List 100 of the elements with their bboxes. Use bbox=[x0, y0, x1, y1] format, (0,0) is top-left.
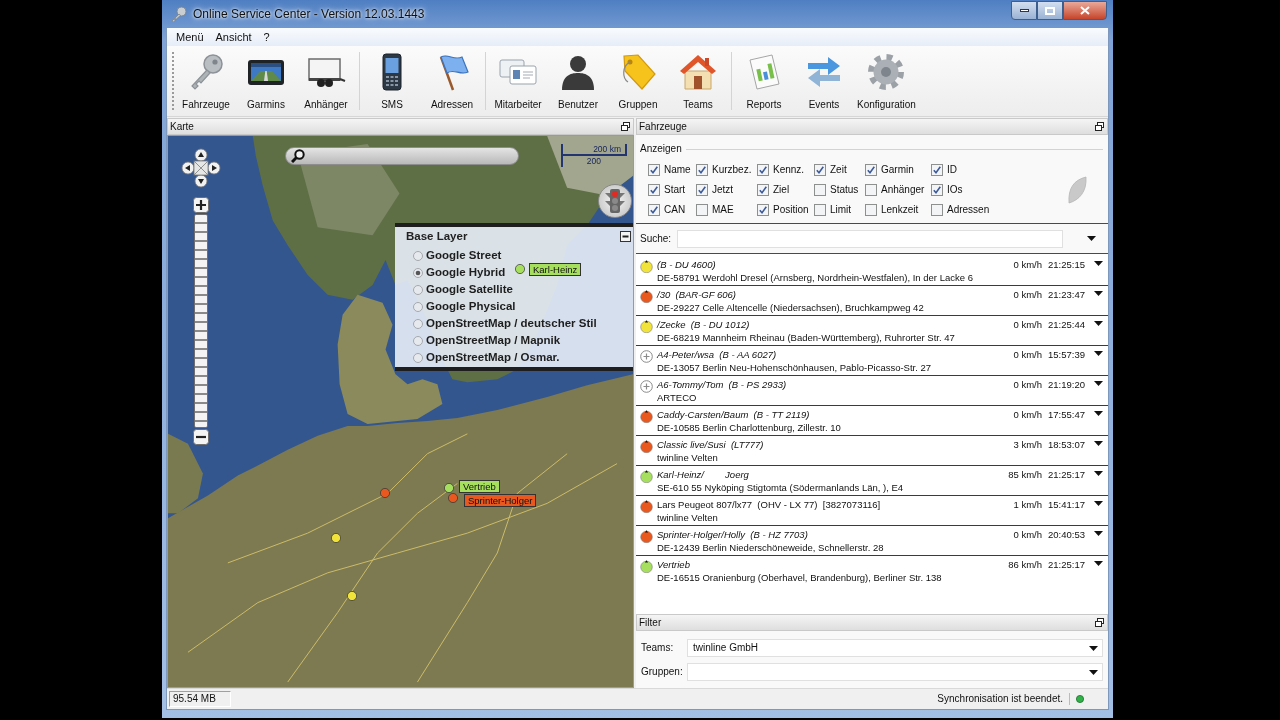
toolbar-button[interactable]: Mitarbeiter bbox=[488, 46, 548, 116]
checkbox-label[interactable]: Zeit bbox=[830, 164, 847, 176]
toolbar-button[interactable]: Adressen bbox=[422, 46, 482, 116]
checkbox-label[interactable]: Limit bbox=[830, 204, 852, 216]
layer-option-label[interactable]: Google Physical bbox=[426, 299, 516, 314]
dropdown-arrow-icon[interactable] bbox=[1094, 411, 1103, 416]
checkbox-label[interactable]: IOs bbox=[947, 184, 963, 196]
menu-item[interactable]: ? bbox=[257, 29, 276, 45]
zoom-bar[interactable] bbox=[194, 214, 208, 428]
dropdown-arrow-icon[interactable] bbox=[1094, 531, 1103, 536]
checkbox[interactable] bbox=[814, 184, 826, 196]
checkbox-label[interactable]: ID bbox=[947, 164, 957, 176]
checkbox[interactable] bbox=[865, 204, 877, 216]
zoom-out-icon[interactable] bbox=[193, 429, 209, 445]
map-marker-icon[interactable] bbox=[347, 591, 357, 601]
checkbox[interactable] bbox=[757, 164, 769, 176]
toolbar-button[interactable]: Benutzer bbox=[548, 46, 608, 116]
radio-button[interactable] bbox=[413, 301, 423, 312]
radio-button[interactable] bbox=[413, 335, 423, 346]
checkbox-label[interactable]: Status bbox=[830, 184, 859, 196]
checkbox-label[interactable]: Start bbox=[664, 184, 686, 196]
toolbar-button[interactable]: Teams bbox=[668, 46, 728, 116]
map-marker-icon[interactable] bbox=[444, 483, 454, 493]
checkbox[interactable] bbox=[696, 164, 708, 176]
map-marker-icon[interactable] bbox=[380, 488, 390, 498]
restore-icon[interactable] bbox=[1095, 122, 1104, 131]
layer-option-label[interactable]: OpenStreetMap / Mapnik bbox=[426, 333, 561, 348]
radio-button[interactable] bbox=[413, 267, 423, 278]
checkbox[interactable] bbox=[814, 164, 826, 176]
checkbox[interactable] bbox=[648, 204, 660, 216]
minimize-button[interactable] bbox=[1011, 1, 1037, 20]
checkbox[interactable] bbox=[696, 184, 708, 196]
radio-button[interactable] bbox=[413, 284, 423, 295]
zoom-in-icon[interactable] bbox=[193, 197, 209, 213]
toolbar-button[interactable]: Konfiguration bbox=[854, 46, 919, 116]
radio-button[interactable] bbox=[413, 352, 423, 363]
dropdown-arrow-icon[interactable] bbox=[1094, 291, 1103, 296]
checkbox-label[interactable]: Ziel bbox=[773, 184, 790, 196]
checkbox[interactable] bbox=[931, 184, 943, 196]
toolbar-button[interactable]: SMS bbox=[362, 46, 422, 116]
dropdown-arrow-icon[interactable] bbox=[1094, 261, 1103, 266]
checkbox-label[interactable]: Position bbox=[773, 204, 809, 216]
toolbar-button[interactable]: Gruppen bbox=[608, 46, 668, 116]
checkbox[interactable] bbox=[757, 184, 769, 196]
close-button[interactable] bbox=[1063, 1, 1107, 20]
checkbox[interactable] bbox=[696, 204, 708, 216]
restore-icon[interactable] bbox=[621, 122, 630, 131]
checkbox-label[interactable]: Adressen bbox=[947, 204, 990, 216]
dropdown-arrow-icon[interactable] bbox=[1094, 321, 1103, 326]
dropdown-arrow-icon[interactable] bbox=[1094, 351, 1103, 356]
checkbox-label[interactable]: Garmin bbox=[881, 164, 914, 176]
menu-item[interactable]: Menü bbox=[170, 29, 210, 45]
checkbox[interactable] bbox=[931, 164, 943, 176]
dropdown-arrow-icon[interactable] bbox=[1094, 501, 1103, 506]
layer-option-label[interactable]: OpenStreetMap / deutscher Stil bbox=[426, 316, 597, 331]
map-search-field[interactable] bbox=[285, 147, 519, 165]
toolbar-button[interactable]: Garmins bbox=[236, 46, 296, 116]
checkbox-label[interactable]: Name bbox=[664, 164, 691, 176]
radio-button[interactable] bbox=[413, 318, 423, 329]
combo-box[interactable]: twinline GmbH bbox=[687, 639, 1103, 657]
menu-item[interactable]: Ansicht bbox=[209, 29, 258, 45]
checkbox-label[interactable]: Kennz. bbox=[773, 164, 805, 176]
dropdown-arrow-icon[interactable] bbox=[1094, 441, 1103, 446]
grip-handle[interactable] bbox=[172, 52, 174, 110]
checkbox[interactable] bbox=[865, 184, 877, 196]
checkbox[interactable] bbox=[814, 204, 826, 216]
checkbox-label[interactable]: Anhänger bbox=[881, 184, 925, 196]
radio-button[interactable] bbox=[413, 250, 423, 261]
checkbox-label[interactable]: Lenkzeit bbox=[881, 204, 919, 216]
speed-text: 1 km/h bbox=[1012, 498, 1042, 512]
toolbar-button[interactable]: Reports bbox=[734, 46, 794, 116]
map-marker-icon[interactable] bbox=[331, 533, 341, 543]
dropdown-arrow-icon[interactable] bbox=[1094, 471, 1103, 476]
dropdown-arrow-icon[interactable] bbox=[1087, 236, 1096, 241]
toolbar-button[interactable]: Events bbox=[794, 46, 854, 116]
checkbox[interactable] bbox=[648, 164, 660, 176]
layer-option-label[interactable]: OpenStreetMap / Osmar. bbox=[426, 350, 560, 365]
checkbox[interactable] bbox=[648, 184, 660, 196]
layer-option-label[interactable]: Google Street bbox=[426, 248, 502, 263]
layer-option-label[interactable]: Google Hybrid bbox=[426, 265, 506, 280]
checkbox-label[interactable]: CAN bbox=[664, 204, 686, 216]
pan-control-icon[interactable] bbox=[181, 148, 221, 188]
restore-icon[interactable] bbox=[1095, 618, 1104, 627]
speed-text: 0 km/h bbox=[1012, 348, 1042, 362]
search-field[interactable] bbox=[677, 229, 1064, 248]
maximize-button[interactable] bbox=[1037, 1, 1063, 20]
checkbox-label[interactable]: Jetzt bbox=[712, 184, 734, 196]
checkbox[interactable] bbox=[757, 204, 769, 216]
layer-option-label[interactable]: Google Satellite bbox=[426, 282, 513, 297]
dropdown-arrow-icon[interactable] bbox=[1094, 561, 1103, 566]
minimize-icon[interactable] bbox=[620, 231, 631, 242]
checkbox-label[interactable]: Kurzbez. bbox=[712, 164, 752, 176]
map-marker-icon[interactable] bbox=[448, 493, 458, 503]
toolbar-button[interactable]: Fahrzeuge bbox=[176, 46, 236, 116]
checkbox[interactable] bbox=[865, 164, 877, 176]
checkbox-label[interactable]: MAE bbox=[712, 204, 734, 216]
map-marker-icon[interactable] bbox=[515, 264, 525, 274]
toolbar-button[interactable]: Anhänger bbox=[296, 46, 356, 116]
checkbox[interactable] bbox=[931, 204, 943, 216]
dropdown-arrow-icon[interactable] bbox=[1094, 381, 1103, 386]
